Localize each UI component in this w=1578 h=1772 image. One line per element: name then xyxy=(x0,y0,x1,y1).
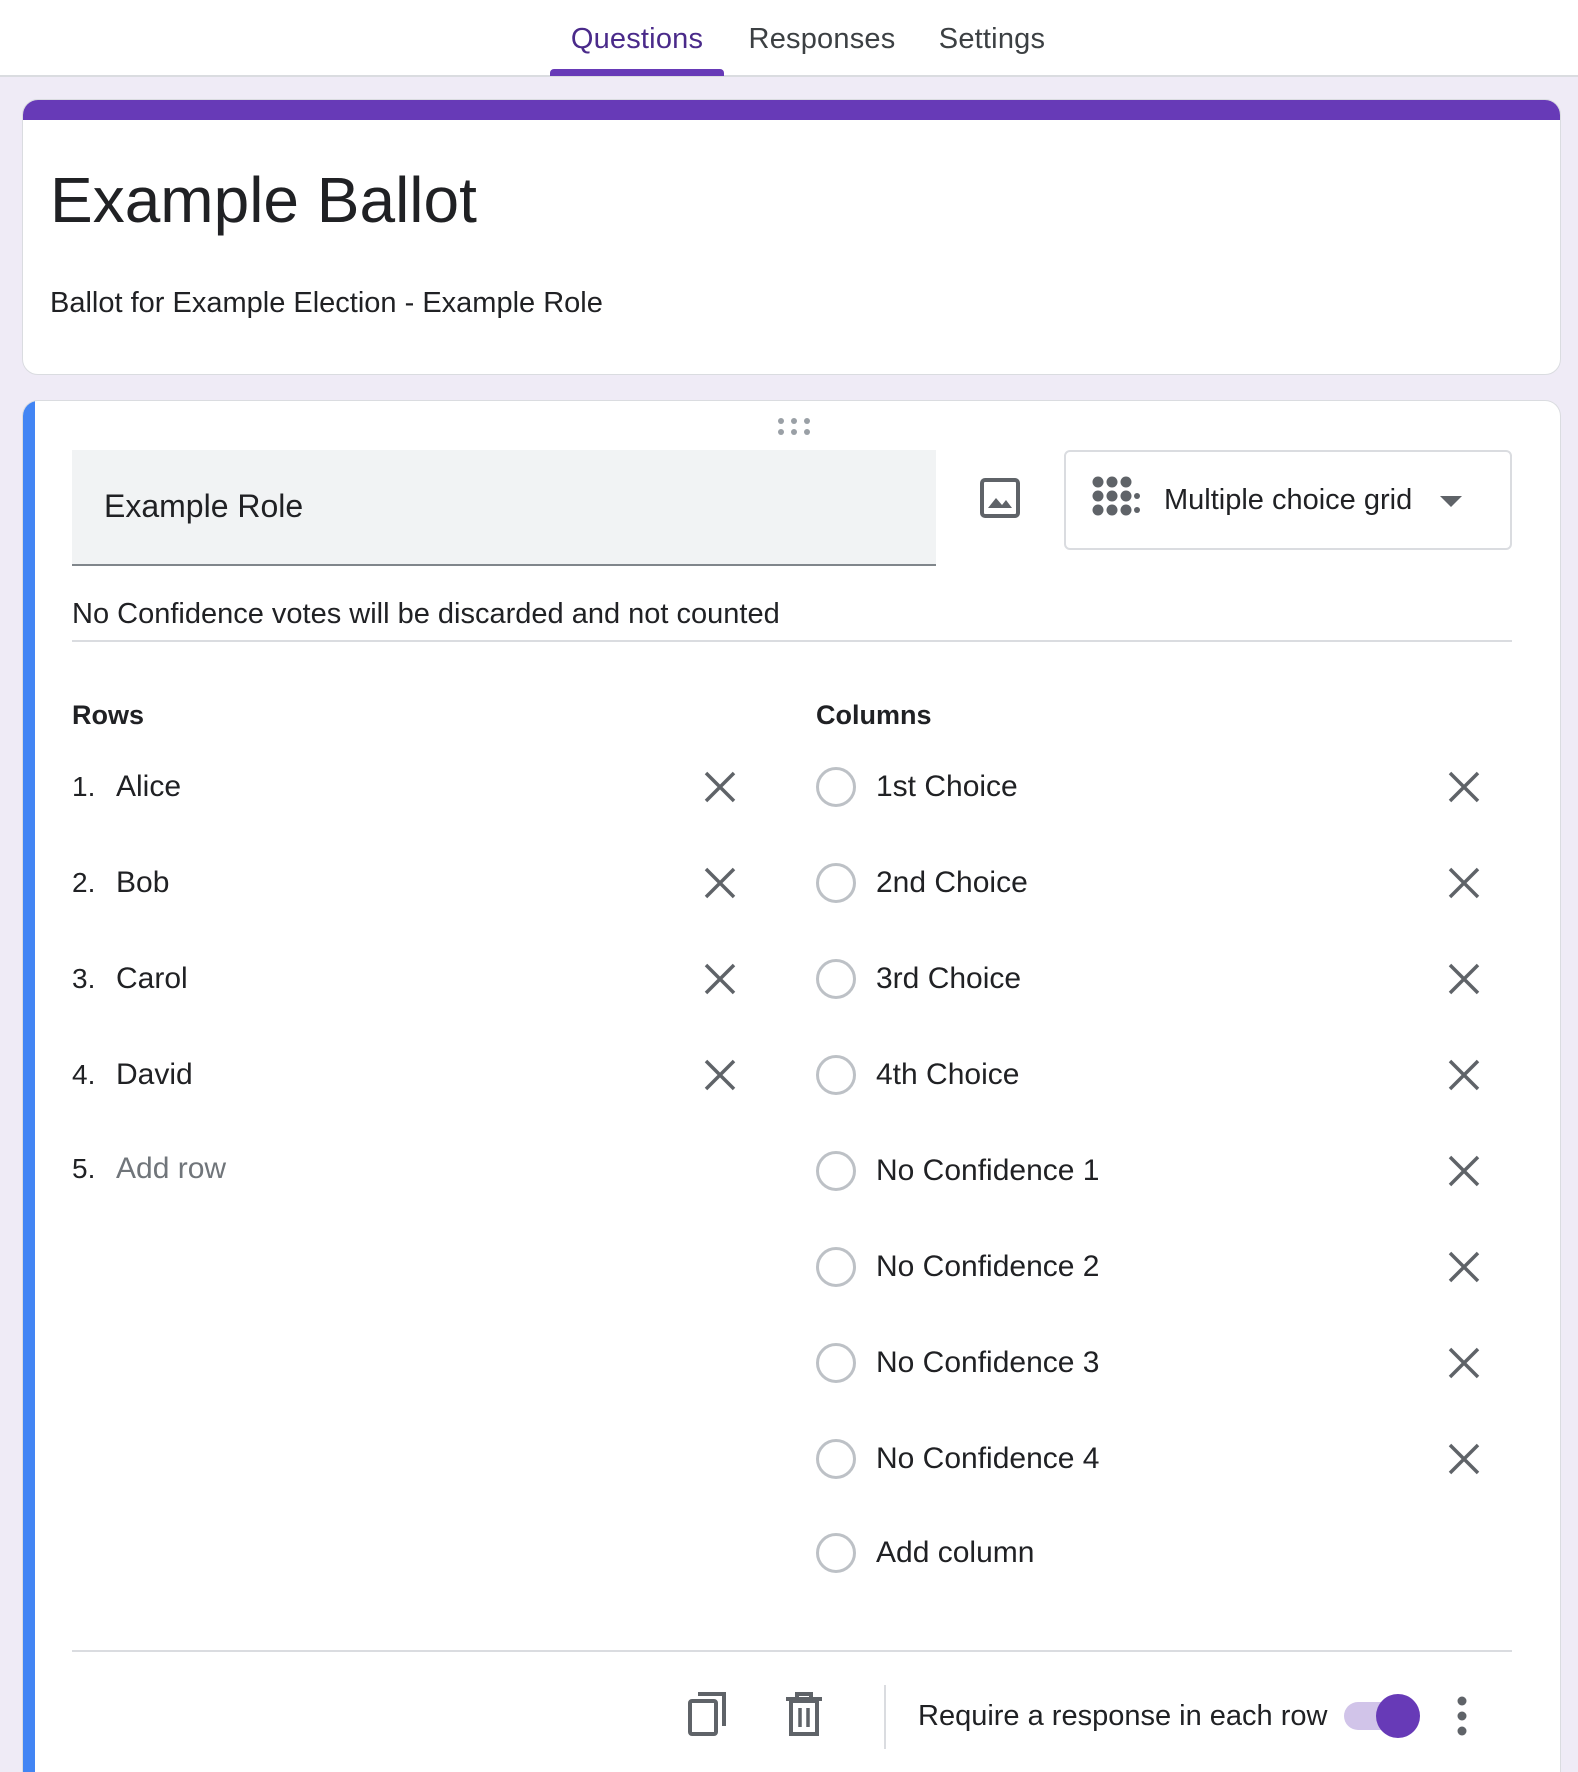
remove-column-close-icon[interactable] xyxy=(1446,1057,1482,1093)
drag-handle-icon[interactable] xyxy=(777,417,811,437)
radio-placeholder xyxy=(816,1151,856,1191)
row-label[interactable]: Carol xyxy=(116,949,188,1009)
form-description[interactable]: Ballot for Example Election - Example Ro… xyxy=(50,283,603,323)
remove-row-close-icon[interactable] xyxy=(702,1057,738,1093)
chevron-down-icon xyxy=(1440,496,1462,507)
grid-row-item[interactable]: 2. Bob xyxy=(72,853,752,913)
row-number: 4. xyxy=(72,1059,96,1090)
grid-column-item[interactable]: No Confidence 1 xyxy=(816,1141,1376,1201)
radio-placeholder xyxy=(816,1343,856,1383)
active-tab-indicator xyxy=(550,69,724,76)
column-label[interactable]: 1st Choice xyxy=(876,757,1018,817)
remove-row-close-icon[interactable] xyxy=(702,769,738,805)
remove-column-close-icon[interactable] xyxy=(1446,865,1482,901)
question-type-dropdown[interactable]: Multiple choice grid xyxy=(1064,450,1512,550)
row-number: 3. xyxy=(72,963,96,994)
remove-column-close-icon[interactable] xyxy=(1446,1345,1482,1381)
form-title[interactable]: Example Ballot xyxy=(50,160,477,240)
column-label[interactable]: No Confidence 2 xyxy=(876,1237,1099,1297)
tab-questions[interactable]: Questions xyxy=(550,0,724,77)
grid-dots-icon xyxy=(1092,476,1140,516)
question-type-label: Multiple choice grid xyxy=(1164,484,1413,516)
grid-column-item[interactable]: 2nd Choice xyxy=(816,853,1376,913)
add-column-input[interactable]: Add column xyxy=(876,1523,1034,1583)
question-title-field[interactable]: Example Role xyxy=(72,450,936,566)
grid-column-item[interactable]: 3rd Choice xyxy=(816,949,1376,1009)
question-description-field[interactable]: No Confidence votes will be discarded an… xyxy=(72,594,1512,642)
radio-placeholder xyxy=(816,1055,856,1095)
add-row-item[interactable]: 5. Add row xyxy=(72,1139,752,1199)
remove-row-close-icon[interactable] xyxy=(702,961,738,997)
add-image-icon[interactable] xyxy=(978,476,1022,520)
grid-row-item[interactable]: 1. Alice xyxy=(72,757,752,817)
footer-separator xyxy=(884,1685,886,1749)
active-question-indicator xyxy=(23,401,35,1772)
tab-settings[interactable]: Settings xyxy=(928,0,1056,77)
remove-column-close-icon[interactable] xyxy=(1446,769,1482,805)
grid-column-item[interactable]: No Confidence 4 xyxy=(816,1429,1376,1489)
top-tab-bar: Questions Responses Settings xyxy=(0,0,1578,77)
row-label[interactable]: David xyxy=(116,1045,193,1105)
grid-column-item[interactable]: No Confidence 3 xyxy=(816,1333,1376,1393)
row-number: 1. xyxy=(72,771,96,802)
require-response-toggle[interactable] xyxy=(1340,1694,1420,1738)
column-label[interactable]: 2nd Choice xyxy=(876,853,1028,913)
columns-heading: Columns xyxy=(816,700,932,730)
row-number: 2. xyxy=(72,867,96,898)
add-column-item[interactable]: Add column xyxy=(816,1523,1376,1583)
remove-column-close-icon[interactable] xyxy=(1446,1249,1482,1285)
radio-placeholder xyxy=(816,1533,856,1573)
radio-placeholder xyxy=(816,959,856,999)
grid-column-item[interactable]: 1st Choice xyxy=(816,757,1376,817)
duplicate-icon[interactable] xyxy=(686,1690,730,1738)
tab-responses[interactable]: Responses xyxy=(740,0,904,77)
column-label[interactable]: No Confidence 4 xyxy=(876,1429,1099,1489)
add-row-input[interactable]: Add row xyxy=(116,1139,226,1199)
column-label[interactable]: 4th Choice xyxy=(876,1045,1019,1105)
radio-placeholder xyxy=(816,1439,856,1479)
require-response-label: Require a response in each row xyxy=(918,1700,1328,1732)
remove-column-close-icon[interactable] xyxy=(1446,1441,1482,1477)
remove-row-close-icon[interactable] xyxy=(702,865,738,901)
footer-divider xyxy=(72,1650,1512,1652)
remove-column-close-icon[interactable] xyxy=(1446,1153,1482,1189)
remove-column-close-icon[interactable] xyxy=(1446,961,1482,997)
radio-placeholder xyxy=(816,767,856,807)
column-label[interactable]: No Confidence 1 xyxy=(876,1141,1099,1201)
question-title-text: Example Role xyxy=(104,488,304,524)
column-label[interactable]: No Confidence 3 xyxy=(876,1333,1099,1393)
delete-trash-icon[interactable] xyxy=(782,1690,826,1738)
grid-column-item[interactable]: No Confidence 2 xyxy=(816,1237,1376,1297)
more-vert-icon[interactable] xyxy=(1448,1692,1476,1740)
rows-heading: Rows xyxy=(72,700,145,730)
radio-placeholder xyxy=(816,1247,856,1287)
row-label[interactable]: Bob xyxy=(116,853,169,913)
grid-column-item[interactable]: 4th Choice xyxy=(816,1045,1376,1105)
row-number: 5. xyxy=(72,1153,96,1184)
grid-row-item[interactable]: 4. David xyxy=(72,1045,752,1105)
toggle-knob xyxy=(1376,1694,1420,1738)
row-label[interactable]: Alice xyxy=(116,757,181,817)
header-accent-bar xyxy=(23,100,1560,120)
radio-placeholder xyxy=(816,863,856,903)
column-label[interactable]: 3rd Choice xyxy=(876,949,1021,1009)
grid-row-item[interactable]: 3. Carol xyxy=(72,949,752,1009)
